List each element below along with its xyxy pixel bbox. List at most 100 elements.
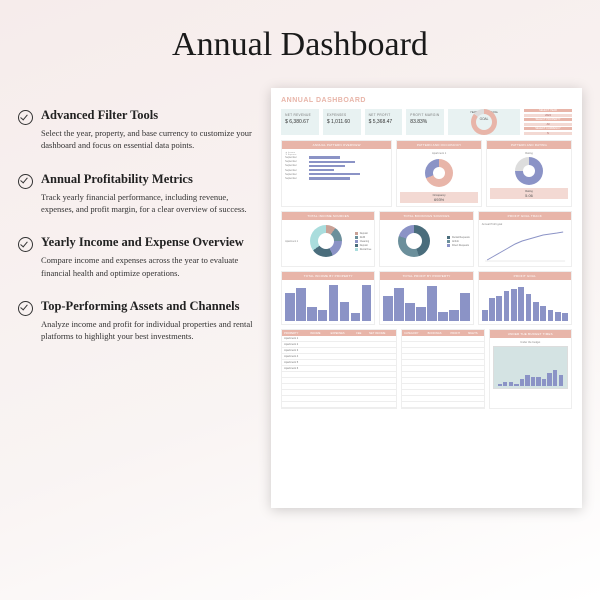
feature-item: Yearly Income and Expense Overview Compa… bbox=[18, 235, 257, 279]
feature-heading: Yearly Income and Expense Overview bbox=[41, 235, 244, 250]
kpi-net-profit: NET PROFIT $ 5,368.47 bbox=[365, 109, 403, 135]
bar-chart bbox=[383, 283, 469, 321]
kpi-net-revenue: NET REVENUE $ 6,380.67 bbox=[281, 109, 319, 135]
stat-value: 5.06 bbox=[492, 193, 567, 198]
bar-label: September bbox=[285, 164, 307, 167]
donut-chart bbox=[425, 159, 453, 187]
kpi-label: NET PROFIT bbox=[369, 113, 399, 117]
filter-currency[interactable]: $ bbox=[524, 132, 572, 135]
donut-chart bbox=[310, 225, 342, 257]
card-header: PATTERN AND OCCUPANCY bbox=[397, 141, 481, 149]
card-profit-goal-monthly: PROFIT GOAL bbox=[478, 271, 572, 325]
mini-title: Apartment 1 bbox=[400, 152, 478, 155]
feature-heading: Top-Performing Assets and Channels bbox=[41, 299, 240, 314]
dashboard-preview: ANNUAL DASHBOARD NET REVENUE $ 6,380.67 … bbox=[271, 88, 582, 508]
feature-heading: Annual Profitability Metrics bbox=[41, 172, 193, 187]
feature-list: Advanced Filter Tools Select the year, p… bbox=[18, 88, 257, 508]
card-header: TOTAL BOOKINGS SOURCES bbox=[380, 212, 472, 220]
legend-item: Rental Requests bbox=[452, 236, 470, 239]
kpi-label: EXPENSES bbox=[327, 113, 357, 117]
filter-year-label: SELECT YEAR bbox=[524, 109, 572, 112]
mini-title: Apartment 1 bbox=[285, 240, 298, 243]
bar-label: September bbox=[285, 169, 307, 172]
legend-item: Airbnb bbox=[452, 240, 459, 243]
kpi-label: PROFIT MARGIN bbox=[410, 113, 440, 117]
bar-chart bbox=[482, 283, 568, 321]
feature-body: Track yearly financial performance, incl… bbox=[41, 191, 257, 216]
goal-gauge: YEARLY PROFIT GOAL GOAL bbox=[448, 109, 520, 135]
page-title: Annual Dashboard bbox=[18, 26, 582, 64]
card-property-table: PROPERTYINCOMEEXPENSESFEENET INCOME Apar… bbox=[281, 329, 397, 409]
filter-year[interactable]: 2024 bbox=[524, 114, 572, 117]
hbar-chart: September September September September … bbox=[285, 156, 388, 180]
donut-chart bbox=[398, 225, 430, 257]
card-header: ANNUAL PATTERN OVERVIEW bbox=[282, 141, 391, 149]
kpi-label: NET REVENUE bbox=[285, 113, 315, 117]
mini-title: Annual Profit goal bbox=[482, 223, 568, 226]
card-header: PROFIT GOAL TRACK bbox=[479, 212, 571, 220]
table-row bbox=[282, 402, 396, 408]
bar-label: September bbox=[285, 160, 307, 163]
legend-item: Rental Fee bbox=[360, 248, 372, 251]
table-row bbox=[402, 402, 483, 408]
card-occupancy: PATTERN AND OCCUPANCY Apartment 1 Occupa… bbox=[396, 140, 482, 207]
card-header: PATTERN AND RATING bbox=[487, 141, 571, 149]
filter-currency-label: SELECT CURRENCY bbox=[524, 127, 572, 130]
card-header: TOTAL INCOME BY PROPERTY bbox=[282, 272, 374, 280]
feature-item: Annual Profitability Metrics Track yearl… bbox=[18, 172, 257, 216]
legend: Deposit Refill Cleaning Deposit Rental F… bbox=[355, 232, 372, 251]
dashboard-title: ANNUAL DASHBOARD bbox=[281, 97, 572, 104]
card-income-sources: TOTAL INCOME SOURCES Apartment 1 Deposit… bbox=[281, 211, 375, 267]
card-annual-pattern: ANNUAL PATTERN OVERVIEW ▲ Income ▼ Expen… bbox=[281, 140, 392, 207]
feature-body: Compare income and expenses across the y… bbox=[41, 254, 257, 279]
card-income-by-property: TOTAL INCOME BY PROPERTY bbox=[281, 271, 375, 325]
donut-chart bbox=[515, 157, 543, 185]
mini-title: Rating bbox=[490, 152, 568, 155]
card-profit-by-property: TOTAL PROFIT BY PROPERTY bbox=[379, 271, 473, 325]
card-header: UNDER THE BUDGET TIMES bbox=[490, 330, 571, 338]
stat-value: 693% bbox=[402, 197, 477, 202]
legend-item: Direct Requests bbox=[452, 244, 469, 247]
feature-item: Top-Performing Assets and Channels Analy… bbox=[18, 299, 257, 343]
feature-body: Select the year, property, and base curr… bbox=[41, 127, 257, 152]
card-booking-sources: TOTAL BOOKINGS SOURCES Rental Requests A… bbox=[379, 211, 473, 267]
feature-body: Analyze income and profit for individual… bbox=[41, 318, 257, 343]
mini-title: Under the budget bbox=[493, 341, 568, 344]
data-table: PROPERTYINCOMEEXPENSESFEENET INCOME Apar… bbox=[282, 330, 396, 408]
feature-item: Advanced Filter Tools Select the year, p… bbox=[18, 108, 257, 152]
line-chart bbox=[482, 228, 568, 262]
filter-property[interactable]: All bbox=[524, 123, 572, 126]
kpi-profit-margin: PROFIT MARGIN 83.83% bbox=[406, 109, 444, 135]
kpi-value: $ 1,011.60 bbox=[327, 119, 357, 125]
legend: Rental Requests Airbnb Direct Requests bbox=[447, 236, 470, 247]
data-table: CATEGORYBOOKINGSPROFITNIGHTS bbox=[402, 330, 483, 408]
filter-panel: SELECT YEAR 2024 SELECT PROPERTY All SEL… bbox=[524, 109, 572, 135]
filter-property-label: SELECT PROPERTY bbox=[524, 118, 572, 121]
card-rating: PATTERN AND RATING Rating Rating 5.06 bbox=[486, 140, 572, 207]
legend-item: Deposit bbox=[360, 232, 368, 235]
bar-chart bbox=[285, 283, 371, 321]
card-header: PROFIT GOAL bbox=[479, 272, 571, 280]
bar-label: September bbox=[285, 177, 307, 180]
area-chart bbox=[493, 346, 568, 389]
card-category-table: CATEGORYBOOKINGSPROFITNIGHTS bbox=[401, 329, 484, 409]
legend-item: Deposit bbox=[360, 244, 368, 247]
check-icon bbox=[18, 301, 33, 316]
bar-label: September bbox=[285, 173, 307, 176]
card-under-budget: UNDER THE BUDGET TIMES Under the budget bbox=[489, 329, 572, 409]
legend-item: Refill bbox=[360, 236, 365, 239]
feature-heading: Advanced Filter Tools bbox=[41, 108, 158, 123]
kpi-value: 83.83% bbox=[410, 119, 440, 125]
legend-item: Cleaning bbox=[360, 240, 369, 243]
check-icon bbox=[18, 237, 33, 252]
kpi-value: $ 6,380.67 bbox=[285, 119, 315, 125]
check-icon bbox=[18, 110, 33, 125]
card-header: TOTAL PROFIT BY PROPERTY bbox=[380, 272, 472, 280]
goal-center: GOAL bbox=[471, 117, 497, 121]
kpi-expenses: EXPENSES $ 1,011.60 bbox=[323, 109, 361, 135]
bar-label: September bbox=[285, 156, 307, 159]
check-icon bbox=[18, 174, 33, 189]
card-profit-goal-track: PROFIT GOAL TRACK Annual Profit goal bbox=[478, 211, 572, 267]
kpi-value: $ 5,368.47 bbox=[369, 119, 399, 125]
card-header: TOTAL INCOME SOURCES bbox=[282, 212, 374, 220]
